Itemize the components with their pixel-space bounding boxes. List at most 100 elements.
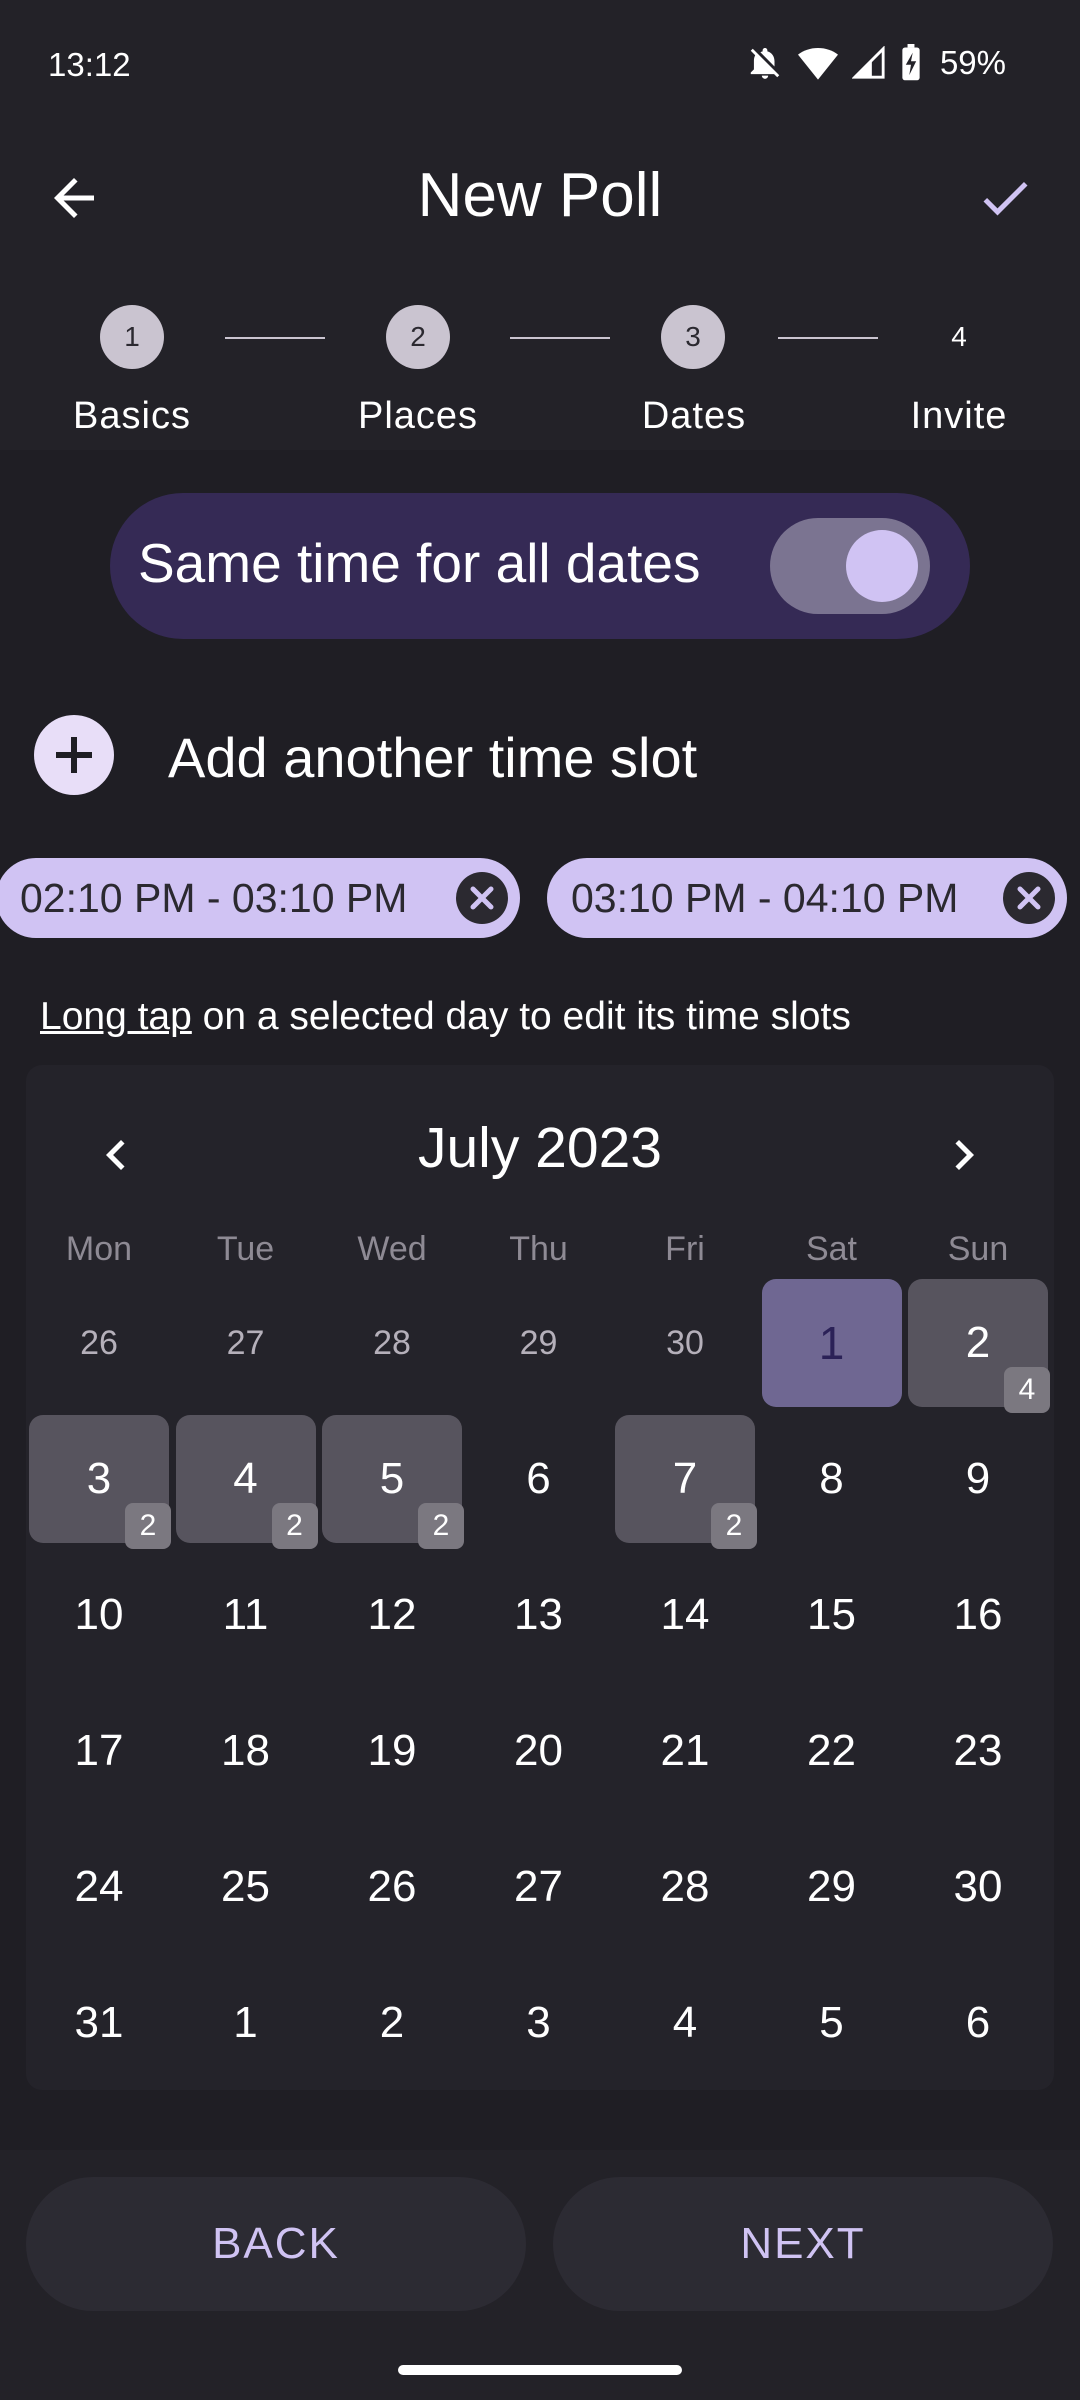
calendar-day[interactable]: 15 — [762, 1551, 902, 1679]
calendar-day[interactable]: 30 — [908, 1823, 1048, 1951]
calendar-day[interactable]: 12 — [322, 1551, 462, 1679]
calendar-day[interactable]: 1 — [761, 1279, 902, 1407]
day-number: 17 — [74, 1726, 124, 1775]
calendar-day[interactable]: 5 — [762, 1959, 902, 2087]
day-number: 8 — [819, 1454, 844, 1503]
day-number: 23 — [953, 1726, 1003, 1775]
next-button[interactable]: NEXT — [553, 2177, 1053, 2311]
weekday-label: Mon — [65, 1230, 133, 1268]
calendar-day[interactable]: 29 — [469, 1279, 609, 1407]
day-number: 16 — [953, 1590, 1003, 1639]
step-4-indicator[interactable]: 4 — [927, 305, 991, 369]
calendar-day[interactable]: 19 — [322, 1687, 462, 1815]
chevron-right-icon[interactable] — [934, 1125, 994, 1185]
day-number: 5 — [379, 1454, 405, 1503]
day-number: 27 — [226, 1323, 265, 1362]
wifi-icon — [797, 48, 838, 80]
calendar-day[interactable]: 4 — [615, 1959, 755, 2087]
calendar-day[interactable]: 13 — [469, 1551, 609, 1679]
calendar-day[interactable]: 17 — [29, 1687, 169, 1815]
time-slot-label: 02:10 PM - 03:10 PM — [20, 874, 408, 921]
day-number: 26 — [367, 1862, 417, 1911]
calendar-day[interactable]: 14 — [615, 1551, 755, 1679]
calendar-day[interactable]: 3 — [469, 1959, 609, 2087]
time-slot-count-badge: 2 — [125, 1503, 171, 1549]
day-number: 4 — [233, 1454, 258, 1503]
switch-thumb — [846, 530, 918, 602]
day-number: 9 — [965, 1454, 991, 1503]
time-slot-chip[interactable]: 03:10 PM - 04:10 PM — [547, 858, 1067, 938]
step-2-indicator[interactable]: 2 — [386, 305, 450, 369]
calendar-day[interactable]: 2 — [322, 1959, 462, 2087]
calendar-day[interactable]: 20 — [469, 1687, 609, 1815]
add-circle-icon — [34, 715, 114, 795]
time-slot-count-badge: 2 — [711, 1503, 757, 1549]
calendar-day[interactable]: 18 — [176, 1687, 316, 1815]
calendar-day[interactable]: 24 — [908, 1279, 1050, 1413]
calendar-day[interactable]: 32 — [29, 1415, 171, 1549]
poll-stepper: 1 2 3 4 Basics Places Dates Invite — [0, 280, 1080, 450]
step-3-indicator[interactable]: 3 — [661, 305, 725, 369]
time-slot-label: 03:10 PM - 04:10 PM — [571, 874, 959, 921]
day-number: 25 — [221, 1862, 270, 1911]
calendar-day[interactable]: 23 — [908, 1687, 1048, 1815]
calendar-day[interactable]: 21 — [615, 1687, 755, 1815]
status-bar: 13:12 59% — [0, 0, 1080, 130]
step-1-indicator[interactable]: 1 — [100, 305, 164, 369]
step-connector — [510, 337, 610, 339]
step-2-label: Places — [357, 395, 479, 437]
add-time-slot-button[interactable]: Add another time slot — [34, 715, 934, 795]
weekday-label: Wed — [357, 1230, 427, 1268]
calendar-day[interactable]: 27 — [469, 1823, 609, 1951]
calendar-day[interactable]: 42 — [175, 1415, 318, 1549]
calendar-day[interactable]: 22 — [762, 1687, 902, 1815]
calendar-day[interactable]: 8 — [762, 1415, 902, 1543]
day-number: 7 — [672, 1454, 698, 1503]
calendar-day[interactable]: 1 — [176, 1959, 316, 2087]
calendar-day[interactable]: 31 — [29, 1959, 169, 2087]
add-time-slot-label: Add another time slot — [168, 726, 698, 789]
calendar-day[interactable]: 28 — [322, 1279, 462, 1407]
calendar-day[interactable]: 25 — [176, 1823, 316, 1951]
step-connector — [778, 337, 878, 339]
calendar-day[interactable]: 28 — [615, 1823, 755, 1951]
calendar-day[interactable]: 29 — [762, 1823, 902, 1951]
hint-text: on a selected day to edit its time slots — [191, 995, 851, 1038]
time-slot-chip[interactable]: 02:10 PM - 03:10 PM — [0, 858, 520, 938]
long-tap-link[interactable]: Long tap — [40, 995, 192, 1038]
calendar-day[interactable]: 30 — [615, 1279, 755, 1407]
calendar-day[interactable]: 27 — [176, 1279, 316, 1407]
remove-chip-icon[interactable] — [1003, 872, 1055, 924]
day-number: 21 — [660, 1726, 710, 1775]
calendar-day[interactable]: 6 — [908, 1959, 1048, 2087]
calendar-day[interactable]: 16 — [908, 1551, 1048, 1679]
weekday-label: Tue — [216, 1230, 275, 1268]
day-number: 22 — [807, 1726, 856, 1775]
battery-percent: 59% — [939, 44, 1006, 81]
calendar-day[interactable]: 52 — [322, 1415, 464, 1549]
day-number: 3 — [86, 1454, 112, 1503]
day-number: 28 — [660, 1862, 710, 1911]
calendar-day[interactable]: 72 — [615, 1415, 757, 1549]
calendar-day[interactable]: 10 — [29, 1551, 169, 1679]
calendar-day[interactable]: 26 — [322, 1823, 462, 1951]
back-button[interactable]: BACK — [26, 2177, 526, 2311]
time-slot-count-badge: 2 — [418, 1503, 464, 1549]
calendar: July 2023 Mon Tue Wed Thu Fri Sat Sun 26 27 28 29… — [26, 1065, 1054, 2090]
day-number: 5 — [819, 1998, 844, 2047]
remove-chip-icon[interactable] — [456, 872, 508, 924]
calendar-day[interactable]: 9 — [908, 1415, 1048, 1543]
calendar-day[interactable]: 24 — [29, 1823, 169, 1951]
same-time-switch[interactable] — [770, 518, 930, 614]
calendar-day[interactable]: 26 — [29, 1279, 169, 1407]
weekday-label: Sun — [947, 1230, 1009, 1268]
home-indicator[interactable] — [398, 2365, 682, 2375]
same-time-toggle-row[interactable]: Same time for all dates — [110, 493, 970, 639]
day-number: 4 — [672, 1998, 698, 2047]
signal-icon — [851, 46, 885, 79]
calendar-day[interactable]: 6 — [469, 1415, 609, 1543]
confirm-check-icon[interactable] — [970, 168, 1040, 228]
time-slot-chips: 02:10 PM - 03:10 PM 03:10 PM - 04:10 PM — [0, 858, 1080, 940]
calendar-day[interactable]: 11 — [176, 1551, 316, 1679]
day-number: 29 — [519, 1323, 558, 1362]
